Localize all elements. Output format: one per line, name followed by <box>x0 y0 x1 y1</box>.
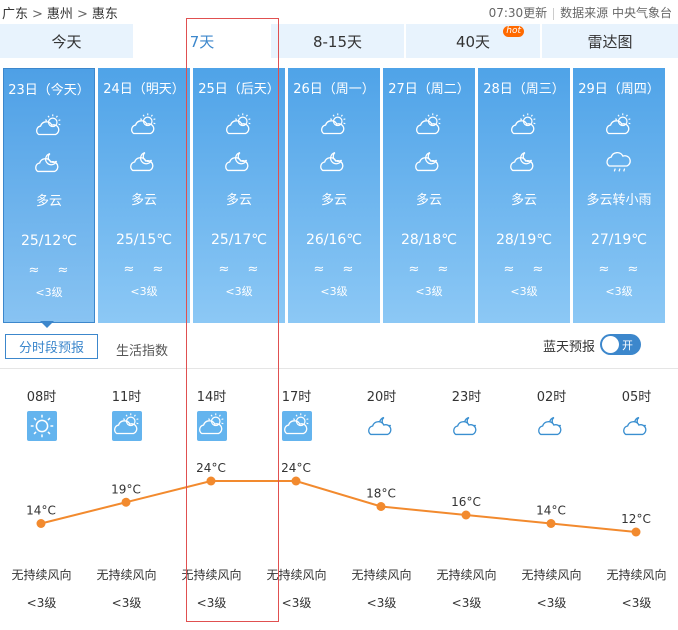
hour-wind-direction: 无持续风向 <box>521 568 582 582</box>
temperature-line-chart: 14°C 19°C 24°C 24°C 18°C 16°C 14°C 12°C <box>26 461 651 537</box>
hour-wind-direction: 无持续风向 <box>96 568 157 582</box>
temperature-label: 12°C <box>621 512 651 526</box>
hour-wind-level: <3级 <box>26 596 57 610</box>
hour-wind-level: <3级 <box>451 596 482 610</box>
temperature-point <box>631 527 641 537</box>
hour-wind-level: <3级 <box>366 596 397 610</box>
temperature-point <box>546 519 556 528</box>
weather-page: 广东 > 惠州 > 惠东 07:30更新 数据来源 中央气象台 今天 7天 8-15天 4… <box>0 0 678 630</box>
temperature-point <box>291 476 301 486</box>
temperature-label: 19°C <box>111 482 141 496</box>
hour-wind-direction: 无持续风向 <box>181 568 242 582</box>
hour-wind-direction: 无持续风向 <box>436 568 497 582</box>
temperature-label: 14°C <box>536 504 566 518</box>
hour-wind-level: <3级 <box>196 596 227 610</box>
hour-wind-level: <3级 <box>536 596 567 610</box>
temperature-label: 16°C <box>451 495 481 509</box>
temperature-label: 14°C <box>26 504 56 518</box>
hour-wind-direction: 无持续风向 <box>351 568 412 582</box>
hour-wind-level: <3级 <box>111 596 142 610</box>
temperature-point <box>121 497 131 507</box>
temperature-label: 18°C <box>366 487 396 501</box>
temperature-label: 24°C <box>196 461 226 475</box>
temperature-label: 24°C <box>281 461 311 475</box>
hour-wind-direction: 无持续风向 <box>266 568 327 582</box>
temperature-point <box>461 510 471 520</box>
temperature-point <box>36 519 46 528</box>
hour-wind-level: <3级 <box>621 596 652 610</box>
hour-wind-direction: 无持续风向 <box>11 568 72 582</box>
hour-wind-level: <3级 <box>281 596 312 610</box>
hour-wind-direction: 无持续风向 <box>606 568 667 582</box>
temperature-point <box>376 502 386 511</box>
temperature-point <box>206 476 216 486</box>
